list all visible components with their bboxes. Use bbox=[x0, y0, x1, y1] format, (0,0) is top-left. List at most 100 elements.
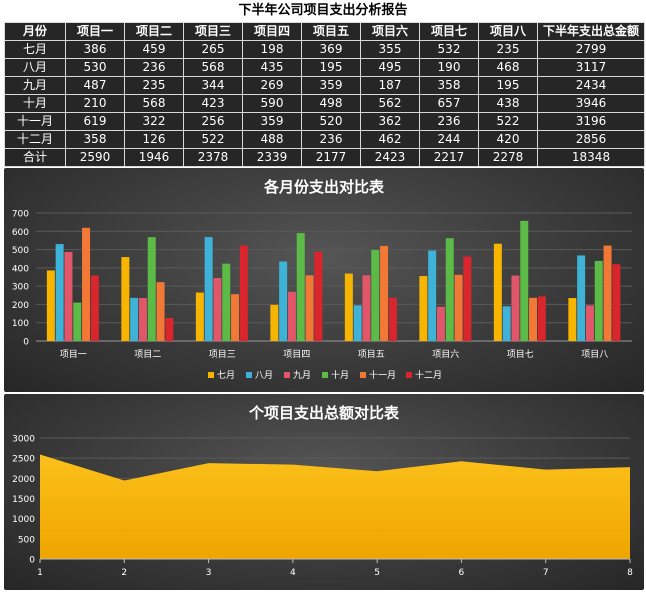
bar bbox=[205, 237, 213, 341]
table-cell: 530 bbox=[66, 59, 125, 77]
bar bbox=[538, 296, 546, 341]
table-cell: 358 bbox=[420, 77, 479, 95]
table-row: 十二月3581265224882364622444202856 bbox=[5, 131, 645, 149]
bar bbox=[91, 276, 99, 341]
bar bbox=[503, 306, 511, 341]
table-header-cell: 项目二 bbox=[125, 23, 184, 41]
table-header-cell: 项目七 bbox=[420, 23, 479, 41]
report-title: 下半年公司项目支出分析报告 bbox=[0, 0, 646, 22]
table-cell: 488 bbox=[243, 131, 302, 149]
table-cell: 2856 bbox=[538, 131, 645, 149]
table-cell: 256 bbox=[184, 113, 243, 131]
bar bbox=[362, 275, 370, 341]
expense-table: 月份项目一项目二项目三项目四项目五项目六项目七项目八下半年支出总金额 七月386… bbox=[4, 22, 645, 167]
table-cell: 359 bbox=[243, 113, 302, 131]
bar bbox=[520, 221, 528, 341]
table-cell: 合计 bbox=[5, 149, 66, 167]
table-cell: 195 bbox=[302, 59, 361, 77]
table-cell: 355 bbox=[361, 41, 420, 59]
table-cell: 十月 bbox=[5, 95, 66, 113]
bar bbox=[437, 307, 445, 341]
bar bbox=[494, 244, 502, 341]
x-tick-label: 6 bbox=[459, 568, 465, 578]
table-cell: 2590 bbox=[66, 149, 125, 167]
total-area-chart-panel: 个项目支出总额对比表050010001500200025003000123456… bbox=[4, 394, 644, 590]
bar bbox=[345, 274, 353, 341]
legend-label: 十二月 bbox=[415, 369, 442, 381]
table-cell: 459 bbox=[125, 41, 184, 59]
y-tick-label: 0 bbox=[23, 338, 29, 348]
table-cell: 210 bbox=[66, 95, 125, 113]
table-cell: 3196 bbox=[538, 113, 645, 131]
bar bbox=[380, 246, 388, 341]
bar bbox=[612, 264, 620, 341]
legend-swatch bbox=[246, 372, 252, 378]
bar bbox=[595, 261, 603, 341]
bar bbox=[148, 237, 156, 341]
x-tick-label: 项目七 bbox=[507, 349, 534, 360]
bar bbox=[586, 305, 594, 341]
table-cell: 2423 bbox=[361, 149, 420, 167]
table-header-cell: 项目一 bbox=[66, 23, 125, 41]
bar bbox=[428, 250, 436, 341]
table-cell: 3117 bbox=[538, 59, 645, 77]
table-cell: 195 bbox=[479, 77, 538, 95]
bar bbox=[288, 292, 296, 341]
table-cell: 619 bbox=[66, 113, 125, 131]
y-tick-label: 0 bbox=[29, 556, 35, 566]
table-cell: 359 bbox=[302, 77, 361, 95]
table-cell: 344 bbox=[184, 77, 243, 95]
y-tick-label: 1500 bbox=[12, 495, 35, 505]
table-cell: 568 bbox=[125, 95, 184, 113]
bar bbox=[568, 298, 576, 341]
y-tick-label: 2500 bbox=[12, 455, 35, 465]
table-cell: 435 bbox=[243, 59, 302, 77]
bar bbox=[314, 252, 322, 341]
table-cell: 386 bbox=[66, 41, 125, 59]
bar bbox=[157, 282, 165, 341]
table-cell: 1946 bbox=[125, 149, 184, 167]
table-cell: 369 bbox=[302, 41, 361, 59]
x-tick-label: 项目二 bbox=[134, 349, 161, 360]
bar bbox=[446, 238, 454, 341]
table-cell: 2799 bbox=[538, 41, 645, 59]
table-cell: 236 bbox=[125, 59, 184, 77]
table-cell: 520 bbox=[302, 113, 361, 131]
bar bbox=[231, 294, 239, 341]
table-cell: 495 bbox=[361, 59, 420, 77]
table-cell: 244 bbox=[420, 131, 479, 149]
table-cell: 462 bbox=[361, 131, 420, 149]
x-tick-label: 4 bbox=[290, 568, 296, 578]
bar bbox=[130, 298, 138, 341]
table-cell: 198 bbox=[243, 41, 302, 59]
legend-label: 十月 bbox=[331, 369, 349, 381]
bar bbox=[279, 261, 287, 341]
bar bbox=[297, 233, 305, 341]
table-cell: 3946 bbox=[538, 95, 645, 113]
table-header-cell: 项目三 bbox=[184, 23, 243, 41]
table-cell: 236 bbox=[302, 131, 361, 149]
table-cell: 18348 bbox=[538, 149, 645, 167]
y-tick-label: 200 bbox=[12, 301, 29, 311]
bar bbox=[222, 264, 230, 341]
table-cell: 657 bbox=[420, 95, 479, 113]
y-tick-label: 2000 bbox=[12, 475, 35, 485]
table-cell: 522 bbox=[479, 113, 538, 131]
chart-title: 各月份支出对比表 bbox=[263, 178, 385, 196]
table-header-cell: 月份 bbox=[5, 23, 66, 41]
y-tick-label: 1000 bbox=[12, 515, 35, 525]
bar bbox=[389, 298, 397, 341]
bar bbox=[196, 293, 204, 341]
bar bbox=[213, 278, 221, 341]
table-cell: 190 bbox=[420, 59, 479, 77]
table-cell: 269 bbox=[243, 77, 302, 95]
y-tick-label: 400 bbox=[12, 264, 29, 274]
legend-label: 九月 bbox=[293, 370, 311, 381]
legend-swatch bbox=[322, 372, 328, 378]
table-header-cell: 项目六 bbox=[361, 23, 420, 41]
table-cell: 532 bbox=[420, 41, 479, 59]
total-area-chart: 个项目支出总额对比表050010001500200025003000123456… bbox=[4, 394, 644, 590]
bar bbox=[73, 303, 81, 341]
table-cell: 126 bbox=[125, 131, 184, 149]
table-cell: 2378 bbox=[184, 149, 243, 167]
